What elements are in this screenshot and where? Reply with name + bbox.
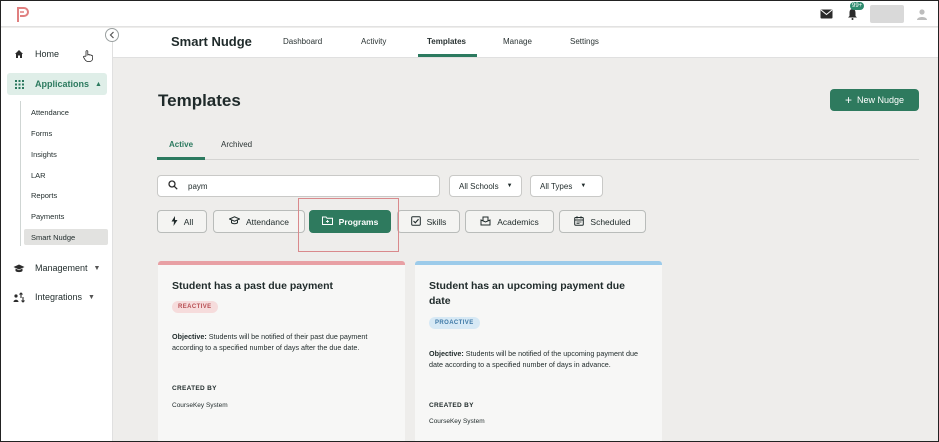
objective-label: Objective: [429, 349, 464, 358]
created-by-value: CourseKey System [172, 402, 228, 409]
caret-down-icon: ▼ [88, 293, 95, 301]
chip-label: Academics [497, 216, 539, 227]
calendar-icon [574, 215, 585, 228]
page-title: Templates [158, 91, 241, 110]
type-filter-value: All Types [540, 181, 573, 191]
card-accent-bar [415, 261, 662, 265]
grid-icon [9, 79, 29, 89]
chip-attendance[interactable]: Attendance [213, 210, 305, 233]
home-icon [9, 49, 29, 59]
user-avatar-icon[interactable] [914, 6, 930, 22]
new-nudge-label: New Nudge [856, 95, 905, 105]
created-by-label: CREATED BY [429, 402, 474, 409]
sidebar-item-home[interactable]: Home [7, 43, 107, 65]
bell-icon[interactable]: 99+ [844, 2, 865, 22]
submenu-item-insights[interactable]: Insights [31, 150, 57, 159]
sidebar-item-applications[interactable]: Applications ▲ [7, 73, 107, 95]
checkbox-icon [410, 215, 421, 228]
submenu-item-payments[interactable]: Payments [31, 212, 64, 221]
card-title: Student has a past due payment [172, 280, 334, 292]
tab-dashboard[interactable]: Dashboard [283, 37, 322, 46]
app-title: Smart Nudge [171, 34, 252, 49]
school-filter-select[interactable]: All Schools ▼ [449, 175, 522, 197]
search-box[interactable] [157, 175, 440, 197]
tab-active[interactable]: Active [169, 140, 193, 149]
type-filter-select[interactable]: All Types ▼ [530, 175, 603, 197]
submenu-item-forms[interactable]: Forms [31, 129, 52, 138]
card-accent-bar [158, 261, 405, 265]
brand-logo-icon[interactable] [15, 5, 31, 23]
chip-academics[interactable]: Academics [465, 210, 554, 233]
submenu-line [20, 101, 21, 246]
active-subtab-indicator [157, 157, 205, 160]
collapse-sidebar-button[interactable] [105, 28, 119, 42]
submenu-item-smart-nudge[interactable]: Smart Nudge [31, 233, 75, 242]
caret-up-icon: ▲ [95, 80, 102, 88]
card-title: Student has an upcoming payment due date [429, 280, 626, 307]
active-tab-indicator [418, 54, 477, 57]
sidebar-item-label: Applications [35, 79, 90, 89]
school-filter-value: All Schools [459, 181, 499, 191]
card-tag-proactive: PROACTIVE [429, 317, 480, 329]
sub-tabs-divider [157, 159, 919, 160]
objective-label: Objective: [172, 332, 207, 341]
created-by-label: CREATED BY [172, 385, 217, 392]
card-objective: Objective: Students will be notified of … [429, 348, 651, 370]
app-header: Smart Nudge Dashboard Activity Templates… [113, 28, 938, 58]
chip-skills[interactable]: Skills [397, 210, 460, 233]
notification-badge: 99+ [850, 2, 865, 10]
app-window: 99+ Home Applications ▲ Attendance Forms… [0, 0, 939, 442]
created-by-value: CourseKey System [429, 418, 485, 425]
plus-icon: + [844, 93, 852, 107]
chip-label: Scheduled [590, 216, 631, 227]
submenu-item-reports[interactable]: Reports [31, 191, 57, 200]
graduation-cap-icon [9, 264, 29, 273]
tab-activity[interactable]: Activity [361, 37, 386, 46]
card-objective: Objective: Students will be notified of … [172, 331, 394, 353]
chevron-down-icon: ▼ [506, 183, 513, 189]
lightning-icon [171, 215, 178, 228]
chevron-down-icon: ▼ [580, 183, 587, 189]
chip-label: Attendance [245, 216, 289, 227]
chip-label: All [183, 216, 194, 227]
submenu-item-lar[interactable]: LAR [31, 171, 46, 180]
search-input[interactable] [188, 181, 408, 191]
template-card-upcoming-due[interactable]: Student has an upcoming payment due date… [415, 261, 662, 441]
card-tag-reactive: REACTIVE [172, 301, 218, 313]
search-icon [168, 180, 178, 192]
tab-archived[interactable]: Archived [221, 140, 252, 149]
sidebar-item-management[interactable]: Management ▼ [7, 257, 107, 279]
graduation-cap-icon [228, 216, 241, 227]
chip-all[interactable]: All [157, 210, 207, 233]
sidebar-item-label: Integrations [35, 292, 83, 302]
chip-scheduled[interactable]: Scheduled [559, 210, 646, 233]
tab-templates[interactable]: Templates [427, 37, 466, 46]
user-name-placeholder[interactable] [870, 5, 904, 23]
chip-label: Skills [426, 216, 447, 227]
caret-down-icon: ▼ [93, 264, 101, 272]
hand-cursor-icon [83, 50, 94, 64]
highlight-annotation-box [298, 198, 399, 252]
top-bar: 99+ [1, 1, 938, 27]
mail-icon[interactable] [818, 6, 834, 22]
submenu-item-attendance[interactable]: Attendance [31, 108, 69, 117]
sidebar-item-label: Home [35, 49, 60, 59]
sidebar-item-label: Management [35, 263, 88, 273]
sidebar-item-integrations[interactable]: Integrations ▼ [7, 286, 107, 308]
tab-manage[interactable]: Manage [503, 37, 532, 46]
new-nudge-button[interactable]: + New Nudge [830, 89, 919, 111]
template-card-past-due[interactable]: Student has a past due payment REACTIVE … [158, 261, 405, 441]
tab-settings[interactable]: Settings [570, 37, 599, 46]
integrations-icon [9, 291, 29, 303]
top-icons: 99+ [818, 2, 930, 23]
academics-icon [480, 216, 491, 228]
